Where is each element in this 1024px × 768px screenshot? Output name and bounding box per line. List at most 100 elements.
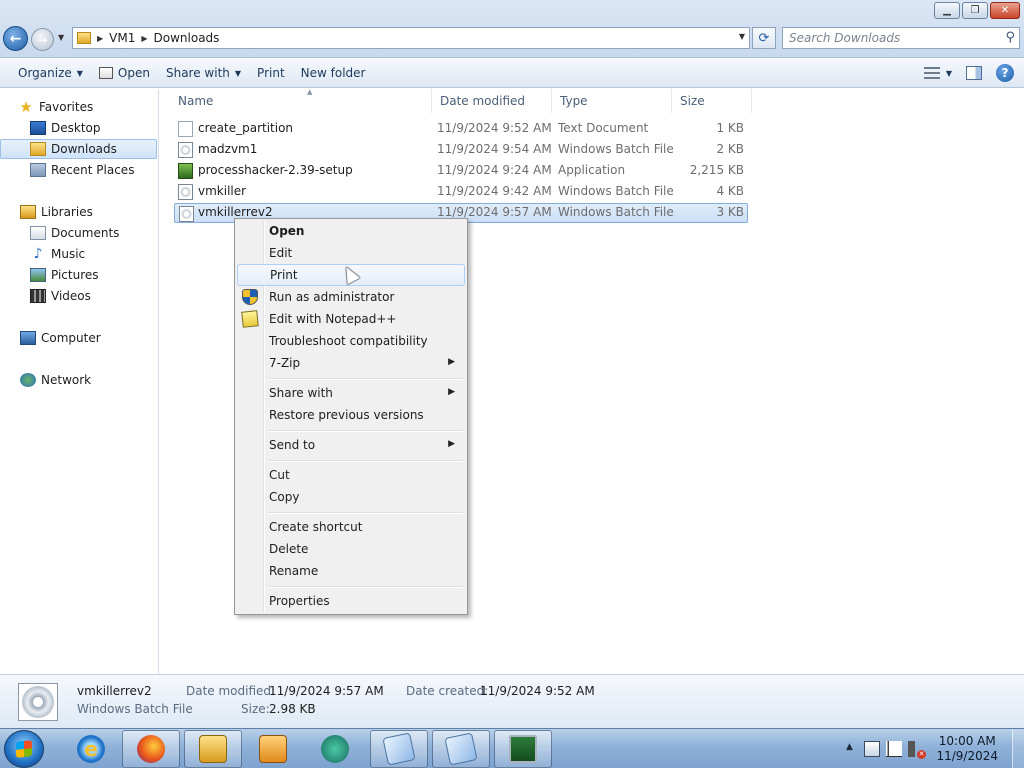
action-center-flag-icon[interactable] xyxy=(886,741,902,757)
taskbar-app[interactable] xyxy=(306,730,364,768)
menu-item-edit-with-notepadpp[interactable]: Edit with Notepad++ xyxy=(237,308,465,330)
search-input[interactable]: Search Downloads ⚲ xyxy=(782,27,1020,49)
start-button[interactable] xyxy=(4,730,44,768)
file-date: 11/9/2024 9:54 AM xyxy=(437,142,552,156)
new-folder-button[interactable]: New folder xyxy=(293,61,374,85)
details-date-modified: 11/9/2024 9:57 AM xyxy=(269,684,384,698)
sidebar-item-label: Computer xyxy=(41,331,101,345)
show-hidden-icons-icon[interactable]: ▲ xyxy=(846,742,853,752)
taskbar-windows-explorer[interactable] xyxy=(184,730,242,768)
column-header-name[interactable]: Name ▲ xyxy=(170,88,432,113)
organize-label: Organize xyxy=(18,66,72,80)
breadcrumb-downloads[interactable]: Downloads xyxy=(154,31,220,45)
volume-muted-icon[interactable]: ✕ xyxy=(908,741,926,759)
taskbar-media-player[interactable] xyxy=(244,730,302,768)
clock[interactable]: 10:00 AM 11/9/2024 xyxy=(936,734,998,764)
sidebar-item-computer[interactable]: Computer xyxy=(0,328,157,348)
views-icon[interactable] xyxy=(923,67,940,79)
folder-icon xyxy=(199,735,227,763)
application-icon xyxy=(178,163,193,179)
help-icon[interactable]: ? xyxy=(996,64,1014,82)
refresh-button[interactable]: ⟳ xyxy=(752,27,776,49)
menu-item-delete[interactable]: Delete xyxy=(237,538,465,560)
sidebar-item-videos[interactable]: Videos xyxy=(0,286,157,306)
file-name: processhacker-2.39-setup xyxy=(198,163,353,177)
sidebar-item-libraries[interactable]: Libraries xyxy=(0,202,157,222)
search-placeholder: Search Downloads xyxy=(789,31,901,45)
menu-item-edit[interactable]: Edit xyxy=(237,242,465,264)
menu-item-rename[interactable]: Rename xyxy=(237,560,465,582)
firefox-icon xyxy=(137,735,165,763)
menu-item-share-with[interactable]: Share with ▶ xyxy=(237,382,465,404)
sidebar-item-network[interactable]: Network xyxy=(0,370,157,390)
sidebar-item-desktop[interactable]: Desktop xyxy=(0,118,157,138)
close-button[interactable]: ✕ xyxy=(990,2,1020,19)
notepad-icon xyxy=(382,732,416,766)
menu-item-open[interactable]: Open xyxy=(237,220,465,242)
text-file-icon xyxy=(178,121,193,137)
menu-item-restore-previous-versions[interactable]: Restore previous versions xyxy=(237,404,465,426)
menu-item-properties[interactable]: Properties xyxy=(237,590,465,612)
details-file-name: vmkillerrev2 xyxy=(77,684,152,698)
menu-item-troubleshoot-compatibility[interactable]: Troubleshoot compatibility xyxy=(237,330,465,352)
menu-separator xyxy=(267,460,463,462)
maximize-button[interactable]: ❐ xyxy=(962,2,988,19)
table-row[interactable]: madzvm1 11/9/2024 9:54 AM Windows Batch … xyxy=(174,140,748,160)
sidebar-item-label: Downloads xyxy=(51,142,117,156)
address-bar[interactable]: ▶ VM1 ▶ Downloads ▼ xyxy=(72,27,750,49)
taskbar-notepad-1[interactable] xyxy=(370,730,428,768)
menu-item-run-as-administrator[interactable]: Run as administrator xyxy=(237,286,465,308)
table-row[interactable]: create_partition 11/9/2024 9:52 AM Text … xyxy=(174,119,748,139)
menu-item-create-shortcut[interactable]: Create shortcut xyxy=(237,516,465,538)
media-player-icon xyxy=(259,735,287,763)
file-size: 1 KB xyxy=(716,121,744,135)
open-button[interactable]: Open xyxy=(91,61,158,85)
share-with-button[interactable]: Share with ▼ xyxy=(158,61,249,85)
taskbar-notepad-2[interactable] xyxy=(432,730,490,768)
breadcrumb-vm1[interactable]: VM1 xyxy=(109,31,135,45)
menu-item-7zip[interactable]: 7-Zip ▶ xyxy=(237,352,465,374)
address-dropdown-icon[interactable]: ▼ xyxy=(739,32,745,41)
organize-button[interactable]: Organize ▼ xyxy=(10,61,91,85)
libraries-icon xyxy=(20,205,36,219)
share-with-label: Share with xyxy=(165,66,230,80)
back-button[interactable]: ← xyxy=(3,26,28,51)
menu-item-label: Cut xyxy=(269,468,290,482)
menu-item-copy[interactable]: Copy xyxy=(237,486,465,508)
sidebar-item-pictures[interactable]: Pictures xyxy=(0,265,157,285)
sort-ascending-icon: ▲ xyxy=(307,88,313,96)
sidebar-item-recent-places[interactable]: Recent Places xyxy=(0,160,157,180)
sidebar-item-documents[interactable]: Documents xyxy=(0,223,157,243)
show-desktop-button[interactable] xyxy=(1012,729,1024,768)
menu-item-cut[interactable]: Cut xyxy=(237,464,465,486)
recent-pages-dropdown[interactable]: ▼ xyxy=(58,33,64,42)
table-row[interactable]: vmkiller 11/9/2024 9:42 AM Windows Batch… xyxy=(174,182,748,202)
forward-button[interactable]: → xyxy=(31,28,54,51)
file-size: 3 KB xyxy=(716,205,744,219)
column-header-size[interactable]: Size xyxy=(672,89,752,113)
breadcrumb-arrow-icon[interactable]: ▶ xyxy=(97,34,103,43)
taskbar-task-manager[interactable] xyxy=(494,730,552,768)
minimize-button[interactable]: ▁ xyxy=(934,2,960,19)
details-date-created: 11/9/2024 9:52 AM xyxy=(480,684,595,698)
details-date-modified-label: Date modified: xyxy=(186,684,276,698)
network-status-icon[interactable] xyxy=(864,741,880,757)
taskbar-internet-explorer[interactable]: e xyxy=(62,730,120,768)
breadcrumb-arrow-icon[interactable]: ▶ xyxy=(141,34,147,43)
print-button[interactable]: Print xyxy=(249,61,293,85)
file-name: madzvm1 xyxy=(198,142,258,156)
column-header-type[interactable]: Type xyxy=(552,89,672,113)
column-header-date-modified[interactable]: Date modified xyxy=(432,89,552,113)
menu-item-send-to[interactable]: Send to ▶ xyxy=(237,434,465,456)
clock-date: 11/9/2024 xyxy=(936,749,998,763)
preview-pane-icon[interactable] xyxy=(966,66,982,80)
sidebar-item-music[interactable]: ♪ Music xyxy=(0,244,157,264)
table-row[interactable]: processhacker-2.39-setup 11/9/2024 9:24 … xyxy=(174,161,748,181)
chevron-down-icon[interactable]: ▼ xyxy=(946,69,952,78)
taskbar-firefox[interactable] xyxy=(122,730,180,768)
menu-item-label: 7-Zip xyxy=(269,356,301,370)
sidebar-item-downloads[interactable]: Downloads xyxy=(0,139,157,159)
file-name: vmkillerrev2 xyxy=(198,205,273,219)
search-icon[interactable]: ⚲ xyxy=(1005,30,1015,45)
sidebar-item-favorites[interactable]: ★ Favorites xyxy=(18,97,157,117)
